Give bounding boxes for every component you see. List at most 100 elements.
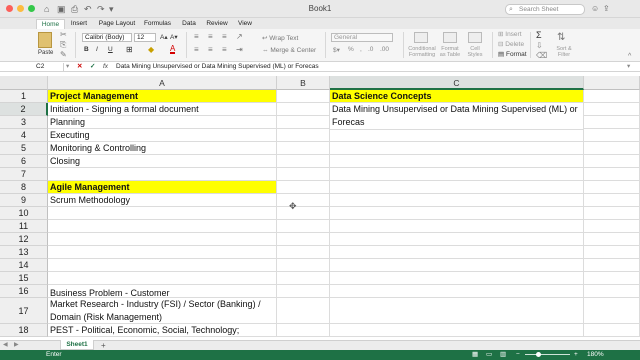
scroll-last-sheet-icon[interactable]: ▶	[14, 341, 19, 350]
cell-b1[interactable]	[277, 90, 330, 103]
cell-c4[interactable]	[330, 129, 584, 142]
cell-c7[interactable]	[330, 168, 584, 181]
cell-a16[interactable]: Business Problem - Customer	[48, 285, 277, 298]
clear-icon[interactable]: ⌫	[536, 51, 547, 60]
percent-icon[interactable]: %	[348, 46, 354, 53]
number-format-select[interactable]: General	[331, 33, 393, 42]
row-header-5[interactable]: 5	[0, 142, 48, 155]
cell-a12[interactable]	[48, 233, 277, 246]
confirm-entry-icon[interactable]: ✓	[90, 63, 95, 71]
cell-b4[interactable]	[277, 129, 330, 142]
cell-a17[interactable]: Market Research - Industry (FSI) / Secto…	[48, 298, 277, 324]
cell-d12[interactable]	[584, 233, 640, 246]
row-header-15[interactable]: 15	[0, 272, 48, 285]
add-sheet-icon[interactable]: +	[101, 341, 106, 350]
align-right-icon[interactable]: ≡	[222, 45, 227, 54]
page-break-view-icon[interactable]: ▥	[500, 350, 506, 360]
expand-formula-bar-icon[interactable]: ▾	[627, 63, 630, 71]
cell-d9[interactable]	[584, 194, 640, 207]
fill-icon[interactable]: ⇩	[536, 41, 543, 50]
cell-d13[interactable]	[584, 246, 640, 259]
cell-a11[interactable]	[48, 220, 277, 233]
row-header-12[interactable]: 12	[0, 233, 48, 246]
cell-d6[interactable]	[584, 155, 640, 168]
account-icon[interactable]: ☺	[591, 4, 599, 13]
cell-a7[interactable]	[48, 168, 277, 181]
cell-b11[interactable]	[277, 220, 330, 233]
copy-icon[interactable]: ⎘	[60, 40, 66, 50]
cell-d1[interactable]	[584, 90, 640, 103]
cell-b7[interactable]	[277, 168, 330, 181]
cell-c11[interactable]	[330, 220, 584, 233]
format-as-table-icon[interactable]	[443, 32, 457, 43]
font-color-icon[interactable]: A	[170, 45, 176, 54]
comma-icon[interactable]: ,	[360, 46, 362, 53]
cell-b10[interactable]	[277, 207, 330, 220]
borders-icon[interactable]: ⊞	[126, 45, 133, 54]
cell-c17[interactable]	[330, 298, 584, 324]
tab-formulas[interactable]: Formulas	[141, 19, 174, 29]
share-icon[interactable]: ⇪	[603, 4, 610, 13]
cell-b15[interactable]	[277, 272, 330, 285]
cell-styles-label[interactable]: Cell Styles	[465, 46, 485, 58]
cell-b8[interactable]	[277, 181, 330, 194]
cell-d16[interactable]	[584, 285, 640, 298]
currency-icon[interactable]: $▾	[333, 46, 340, 54]
tab-view[interactable]: View	[234, 19, 256, 29]
italic-button[interactable]: I	[96, 46, 98, 53]
cell-a9[interactable]: Scrum Methodology	[48, 194, 277, 207]
cell-c1[interactable]: Data Science Concepts	[330, 90, 584, 103]
cell-b16[interactable]	[277, 285, 330, 298]
row-header-1[interactable]: 1	[0, 90, 48, 103]
font-name-select[interactable]: Calibri (Body)	[82, 33, 132, 42]
cell-a1[interactable]: Project Management	[48, 90, 277, 103]
conditional-formatting-label[interactable]: Conditional Formatting	[408, 46, 436, 58]
paste-icon[interactable]	[38, 32, 52, 48]
align-left-icon[interactable]: ≡	[194, 45, 199, 54]
cell-c14[interactable]	[330, 259, 584, 272]
cell-d5[interactable]	[584, 142, 640, 155]
sort-filter-label[interactable]: Sort & Filter	[552, 46, 576, 58]
cell-a2[interactable]: Initiation - Signing a formal document	[48, 103, 277, 116]
tab-review[interactable]: Review	[203, 19, 231, 29]
row-header-2[interactable]: 2	[0, 103, 48, 116]
column-header-d[interactable]	[584, 76, 640, 90]
indent-icon[interactable]: ⇥	[236, 45, 243, 54]
cell-d7[interactable]	[584, 168, 640, 181]
column-header-c[interactable]: C	[330, 76, 584, 90]
zoom-out-icon[interactable]: −	[516, 350, 520, 360]
cell-b5[interactable]	[277, 142, 330, 155]
cell-d10[interactable]	[584, 207, 640, 220]
cell-d15[interactable]	[584, 272, 640, 285]
cancel-entry-icon[interactable]: ✕	[77, 63, 82, 71]
delete-cells-button[interactable]: ⊟ Delete	[498, 40, 524, 48]
cell-c10[interactable]	[330, 207, 584, 220]
underline-button[interactable]: U	[108, 46, 113, 53]
wrap-text-button[interactable]: ↩ Wrap Text	[262, 34, 298, 42]
cell-c16[interactable]	[330, 285, 584, 298]
scroll-first-sheet-icon[interactable]: ◀	[3, 341, 8, 350]
row-header-11[interactable]: 11	[0, 220, 48, 233]
tab-page-layout[interactable]: Page Layout	[94, 19, 140, 29]
cell-d18[interactable]	[584, 324, 640, 337]
zoom-slider[interactable]	[525, 354, 570, 355]
cell-d17[interactable]	[584, 298, 640, 324]
row-header-3[interactable]: 3	[0, 116, 48, 129]
decrease-decimal-icon[interactable]: .00	[380, 46, 389, 53]
cell-a8[interactable]: Agile Management	[48, 181, 277, 194]
row-header-17[interactable]: 17	[0, 298, 48, 324]
cell-b12[interactable]	[277, 233, 330, 246]
row-header-7[interactable]: 7	[0, 168, 48, 181]
cut-icon[interactable]: ✂	[60, 30, 67, 39]
align-center-icon[interactable]: ≡	[208, 45, 213, 54]
row-header-4[interactable]: 4	[0, 129, 48, 142]
column-header-a[interactable]: A	[48, 76, 277, 90]
row-header-10[interactable]: 10	[0, 207, 48, 220]
cell-a18[interactable]: PEST - Political, Economic, Social, Tech…	[48, 324, 277, 337]
column-header-b[interactable]: B	[277, 76, 330, 90]
format-cells-button[interactable]: ▤ Format	[498, 50, 527, 58]
cell-a4[interactable]: Executing	[48, 129, 277, 142]
cell-d8[interactable]	[584, 181, 640, 194]
cell-styles-icon[interactable]	[468, 32, 482, 43]
increase-decimal-icon[interactable]: .0	[368, 46, 373, 53]
